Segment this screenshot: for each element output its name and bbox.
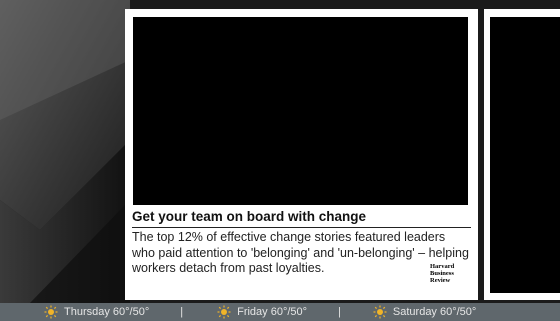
forecast-friday: Friday 60°/50° xyxy=(217,305,307,319)
forecast-label: Saturday 60°/50° xyxy=(392,306,477,318)
forecast-label: Friday 60°/50° xyxy=(237,306,308,318)
sun-icon xyxy=(217,305,231,319)
publisher-logo: Harvard Business Review xyxy=(430,263,470,284)
card-headline: Get your team on board with change xyxy=(132,209,367,224)
next-card-media xyxy=(490,17,560,293)
headline-divider xyxy=(132,227,471,228)
separator: | xyxy=(338,306,341,318)
logo-line-2: Business xyxy=(430,270,454,277)
news-card[interactable]: Get your team on board with change The t… xyxy=(125,9,478,300)
card-body: The top 12% of effective change stories … xyxy=(132,230,469,275)
forecast-thursday: Thursday 60°/50° xyxy=(44,305,149,319)
sun-icon xyxy=(373,305,387,319)
separator: | xyxy=(180,306,184,318)
logo-line-1: Harvard xyxy=(430,263,455,270)
forecast-saturday: Saturday 60°/50° xyxy=(373,305,476,319)
media-placeholder xyxy=(133,17,468,205)
sun-icon xyxy=(44,305,58,319)
next-card[interactable] xyxy=(484,9,560,300)
weather-forecast-bar: Thursday 60°/50° | Friday 60°/50° | Satu… xyxy=(0,303,560,321)
forecast-label: Thursday 60°/50° xyxy=(64,306,150,318)
logo-line-3: Review xyxy=(430,277,451,284)
